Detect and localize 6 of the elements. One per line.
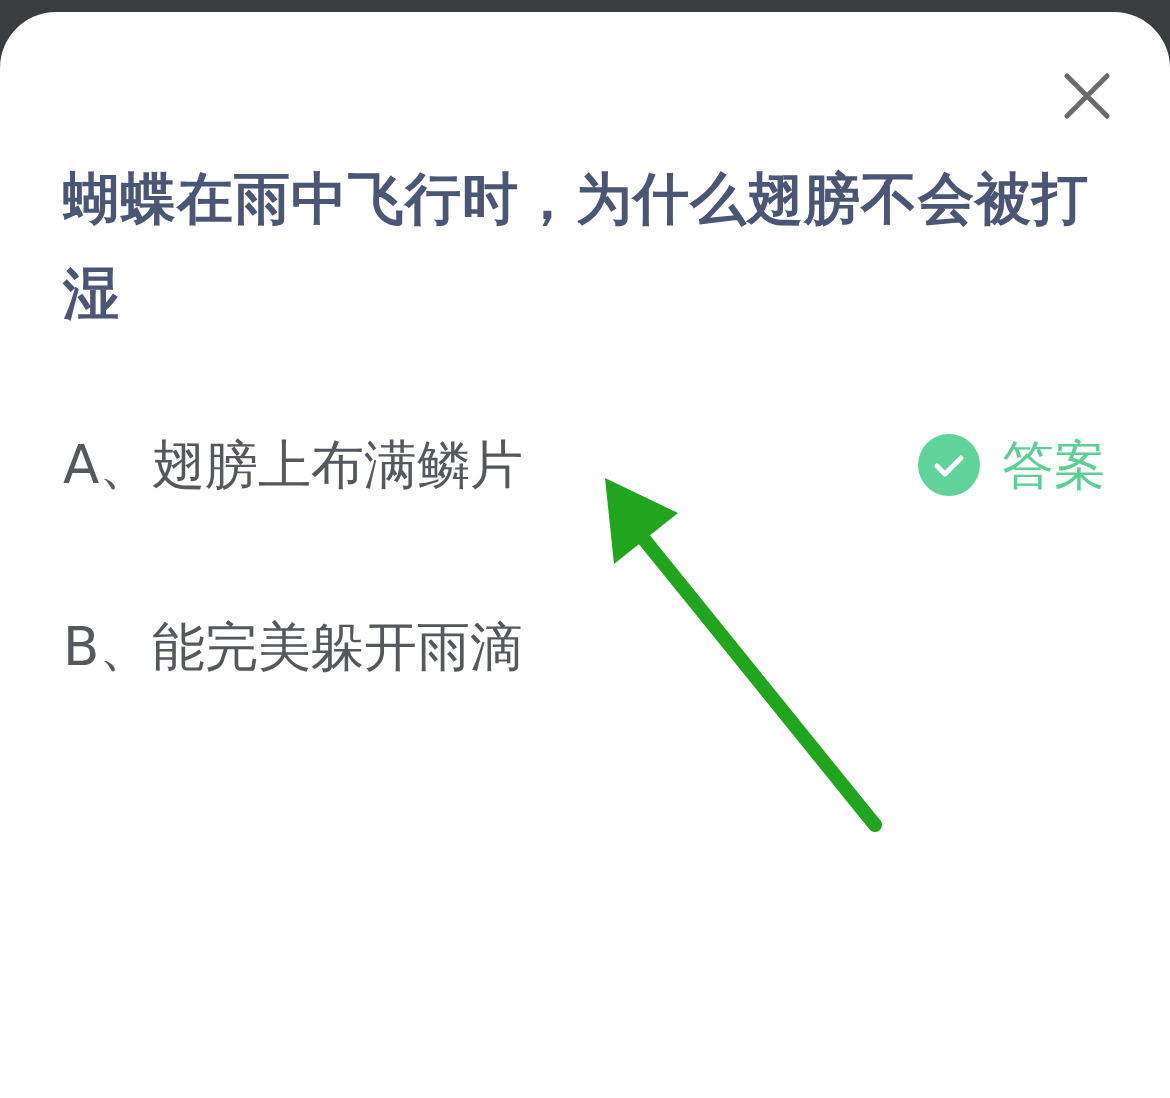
answer-option[interactable]: B、能完美躲开雨滴 <box>63 612 524 682</box>
close-icon <box>1064 73 1110 119</box>
answer-label: 答案 <box>1002 434 1106 497</box>
close-button[interactable] <box>1064 73 1110 119</box>
question-title: 蝴蝶在雨中飞行时，为什么翅膀不会被打湿 <box>63 165 1090 328</box>
answer-option[interactable]: A、翅膀上布满鳞片 <box>63 430 524 500</box>
